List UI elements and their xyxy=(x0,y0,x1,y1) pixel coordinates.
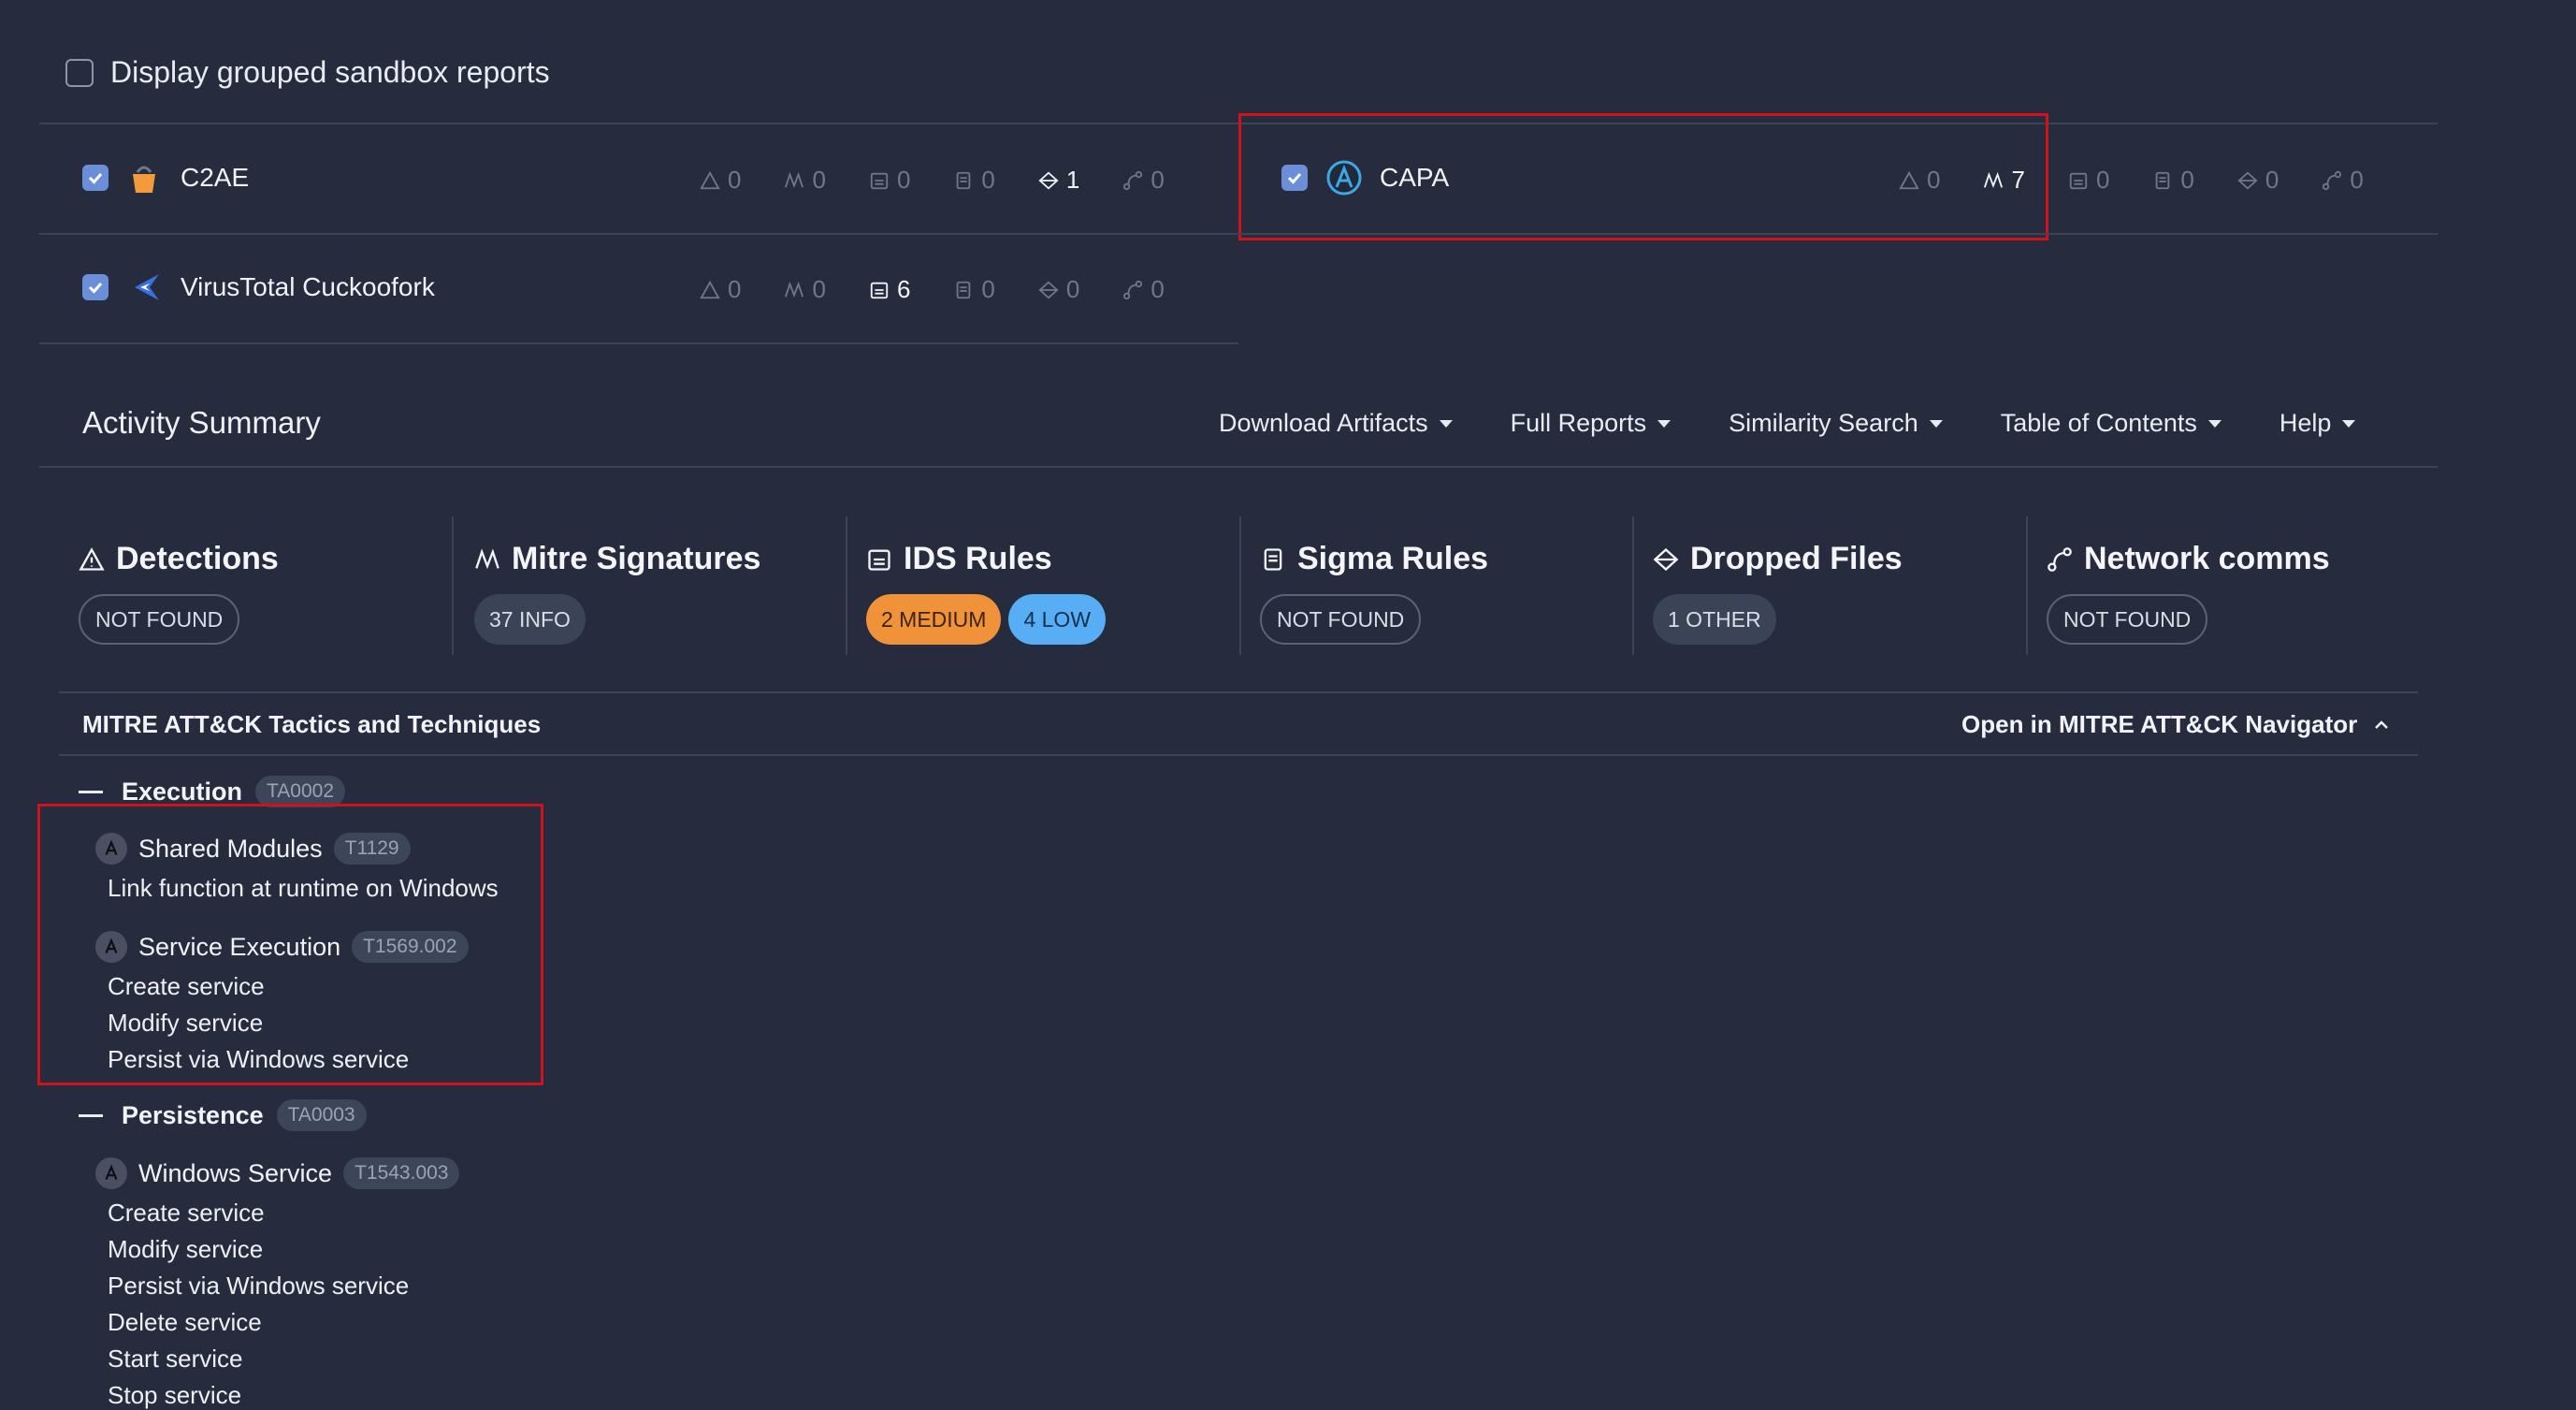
mitre-icon xyxy=(475,547,499,569)
mitre-icon xyxy=(785,171,804,188)
similarity-search-menu[interactable]: Similarity Search xyxy=(1729,409,1943,438)
stat-mitre: 0 xyxy=(784,275,826,304)
stat-ids: 6 xyxy=(869,275,910,304)
card-network-comms[interactable]: Network comms NOT FOUND xyxy=(2047,541,2330,645)
technique-detail: Create service xyxy=(108,1199,265,1227)
grouped-reports-checkbox[interactable] xyxy=(65,59,94,87)
full-reports-menu[interactable]: Full Reports xyxy=(1511,409,1672,438)
source-stats-virustotal: 0 0 6 0 0 0 xyxy=(700,275,1165,304)
stat-sigma: 0 xyxy=(953,166,995,195)
caret-down-icon xyxy=(1657,419,1672,428)
help-menu[interactable]: Help xyxy=(2279,409,2356,438)
sigma-icon xyxy=(2156,171,2170,189)
technique-detail: Delete service xyxy=(108,1308,262,1336)
mitre-badge[interactable]: 37 INFO xyxy=(474,594,586,645)
sigma-icon xyxy=(957,171,971,189)
stat-network: 0 xyxy=(2322,166,2364,195)
sigma-icon xyxy=(1264,547,1282,571)
mitre-section-title: MITRE ATT&CK Tactics and Techniques xyxy=(82,710,542,738)
ids-icon xyxy=(2069,172,2088,189)
table-of-contents-menu[interactable]: Table of Contents xyxy=(2001,409,2221,438)
tactic-execution[interactable]: Execution TA0002 xyxy=(79,776,346,807)
technique-detail: Persist via Windows service xyxy=(108,1272,410,1300)
stat-detections: 0 xyxy=(700,166,741,195)
technique-windows-service[interactable]: Windows Service T1543.003 xyxy=(95,1157,460,1189)
card-mitre-signatures[interactable]: Mitre Signatures 37 INFO xyxy=(474,541,760,645)
stat-ids: 0 xyxy=(2068,166,2109,195)
network-badge[interactable]: NOT FOUND xyxy=(2047,594,2208,645)
stat-network: 0 xyxy=(1122,166,1165,195)
card-dropped-files[interactable]: Dropped Files 1 OTHER xyxy=(1653,541,1903,645)
source-name-c2ae: C2AE xyxy=(181,163,250,192)
network-icon xyxy=(2048,546,2072,572)
technique-detail: Start service xyxy=(108,1345,243,1373)
card-ids-rules[interactable]: IDS Rules 2 MEDIUM 4 LOW xyxy=(866,541,1107,645)
stat-sigma: 0 xyxy=(953,275,995,304)
chevron-up-icon xyxy=(2375,720,2389,729)
dropped-file-icon xyxy=(1653,547,1679,571)
caret-down-icon xyxy=(1929,419,1943,428)
stat-dropped: 1 xyxy=(1038,166,1079,195)
virustotal-logo-icon xyxy=(131,270,165,304)
mitre-icon xyxy=(785,281,804,298)
source-stats-c2ae: 0 0 0 0 1 0 xyxy=(700,166,1165,195)
stat-sigma: 0 xyxy=(2152,166,2194,195)
sigma-badge[interactable]: NOT FOUND xyxy=(1260,594,1422,645)
network-icon xyxy=(1123,280,1143,299)
caret-down-icon xyxy=(2207,419,2221,428)
execution-highlight-box xyxy=(37,804,543,1085)
ids-icon xyxy=(870,172,889,189)
stat-mitre: 0 xyxy=(784,166,826,195)
stat-ids: 0 xyxy=(869,166,910,195)
download-artifacts-menu[interactable]: Download Artifacts xyxy=(1219,409,1453,438)
technique-detail: Stop service xyxy=(108,1381,242,1409)
caret-down-icon xyxy=(1439,419,1453,428)
grouped-reports-label: Display grouped sandbox reports xyxy=(110,55,550,89)
warning-icon xyxy=(700,280,720,298)
ids-icon xyxy=(870,282,889,298)
source-checkbox-c2ae[interactable] xyxy=(82,165,109,191)
stat-network: 0 xyxy=(1122,275,1165,304)
collapse-icon xyxy=(79,790,103,793)
open-navigator-link[interactable]: Open in MITRE ATT&CK Navigator xyxy=(1961,710,2391,739)
warning-icon xyxy=(79,546,105,571)
capa-icon xyxy=(95,1157,127,1189)
dropped-badge[interactable]: 1 OTHER xyxy=(1653,594,1776,645)
tactic-persistence[interactable]: Persistence TA0003 xyxy=(79,1099,367,1131)
activity-menu-bar: Download Artifacts Full Reports Similari… xyxy=(1219,409,2356,438)
stat-detections: 0 xyxy=(700,275,741,304)
ids-low-badge[interactable]: 4 LOW xyxy=(1008,594,1107,645)
dropped-file-icon xyxy=(2237,171,2258,189)
activity-summary-title: Activity Summary xyxy=(82,405,321,440)
c2ae-logo-icon xyxy=(129,161,159,195)
card-detections[interactable]: Detections NOT FOUND xyxy=(79,541,279,645)
source-name-virustotal: VirusTotal Cuckoofork xyxy=(181,272,435,301)
collapse-icon xyxy=(79,1113,103,1117)
tactic-id-badge: TA0002 xyxy=(255,776,346,807)
technique-detail: Modify service xyxy=(108,1235,264,1263)
detections-badge[interactable]: NOT FOUND xyxy=(79,594,240,645)
dropped-file-icon xyxy=(1038,281,1059,298)
source-checkbox-virustotal[interactable] xyxy=(82,274,109,300)
network-icon xyxy=(1123,170,1143,190)
caret-down-icon xyxy=(2342,419,2356,428)
dropped-file-icon xyxy=(1038,171,1059,189)
card-sigma-rules[interactable]: Sigma Rules NOT FOUND xyxy=(1260,541,1488,645)
stat-dropped: 0 xyxy=(2237,166,2279,195)
warning-icon xyxy=(700,170,720,189)
stat-dropped: 0 xyxy=(1038,275,1079,304)
capa-highlight-box xyxy=(1238,113,2048,240)
tactic-id-badge: TA0003 xyxy=(276,1099,367,1131)
ids-icon xyxy=(868,549,890,571)
technique-id-badge: T1543.003 xyxy=(343,1157,460,1189)
network-icon xyxy=(2323,170,2342,190)
ids-medium-badge[interactable]: 2 MEDIUM xyxy=(866,594,1002,645)
sigma-icon xyxy=(957,281,971,298)
